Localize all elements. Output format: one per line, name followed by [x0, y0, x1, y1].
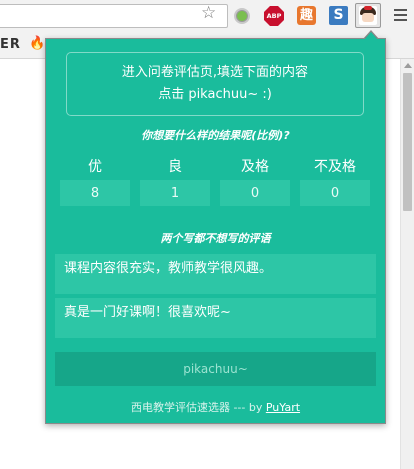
bookmark-star-icon[interactable]: ☆	[201, 3, 216, 23]
hamburger-menu-icon[interactable]	[394, 9, 407, 21]
pikachuu-submit-button[interactable]: pikachuu~	[55, 352, 376, 386]
extension-green-dot-icon	[237, 11, 247, 21]
comments-title: 两个写都不想写的评语	[160, 232, 271, 245]
grade-input-fail[interactable]	[300, 180, 370, 206]
address-bar[interactable]	[0, 4, 228, 28]
popup-arrow-inner	[364, 32, 378, 40]
grade-label-pass: 及格	[241, 159, 269, 175]
intro-box: 进入问卷评估页,填选下面的内容 点击 pikachuu~ :)	[66, 52, 364, 116]
grade-label-excellent: 优	[88, 159, 102, 175]
extension-popup: 进入问卷评估页,填选下面的内容 点击 pikachuu~ :) 你想要什么样的结…	[45, 38, 386, 424]
author-link[interactable]: PuYart	[266, 401, 300, 414]
ratio-title: 你想要什么样的结果呢(比例)?	[141, 129, 290, 142]
grade-label-good: 良	[168, 159, 182, 175]
grade-label-fail: 不及格	[314, 159, 356, 175]
comment-field-2[interactable]: 真是一门好课啊！很喜欢呢~	[55, 298, 376, 338]
browser-toolbar: ☆ ABP 趣 S	[0, 0, 414, 31]
extension-blue-s-icon[interactable]: S	[329, 6, 348, 25]
bookmark-partial-text[interactable]: ER	[0, 37, 21, 52]
anime-girl-icon	[359, 6, 377, 25]
grade-input-pass[interactable]	[220, 180, 290, 206]
fire-icon[interactable]: 🔥	[29, 36, 45, 51]
pikachuu-extension-button[interactable]	[355, 3, 381, 28]
footer: 西电教学评估速选器 --- by PuYart	[46, 399, 385, 415]
intro-line-1: 进入问卷评估页,填选下面的内容	[121, 65, 309, 80]
grade-input-good[interactable]	[140, 180, 210, 206]
intro-line-2: 点击 pikachuu~ :)	[158, 87, 272, 102]
extension-orange-icon[interactable]: 趣	[297, 6, 316, 25]
grade-input-excellent[interactable]	[60, 180, 130, 206]
comment-field-1[interactable]: 课程内容很充实，教师教学很风趣。	[55, 254, 376, 294]
scroll-up-arrow-icon[interactable]	[404, 63, 412, 68]
footer-text: 西电教学评估速选器 --- by	[130, 401, 266, 414]
scroll-thumb[interactable]	[403, 73, 412, 211]
adblock-plus-icon[interactable]: ABP	[264, 6, 284, 26]
page-scrollbar[interactable]	[400, 59, 414, 469]
